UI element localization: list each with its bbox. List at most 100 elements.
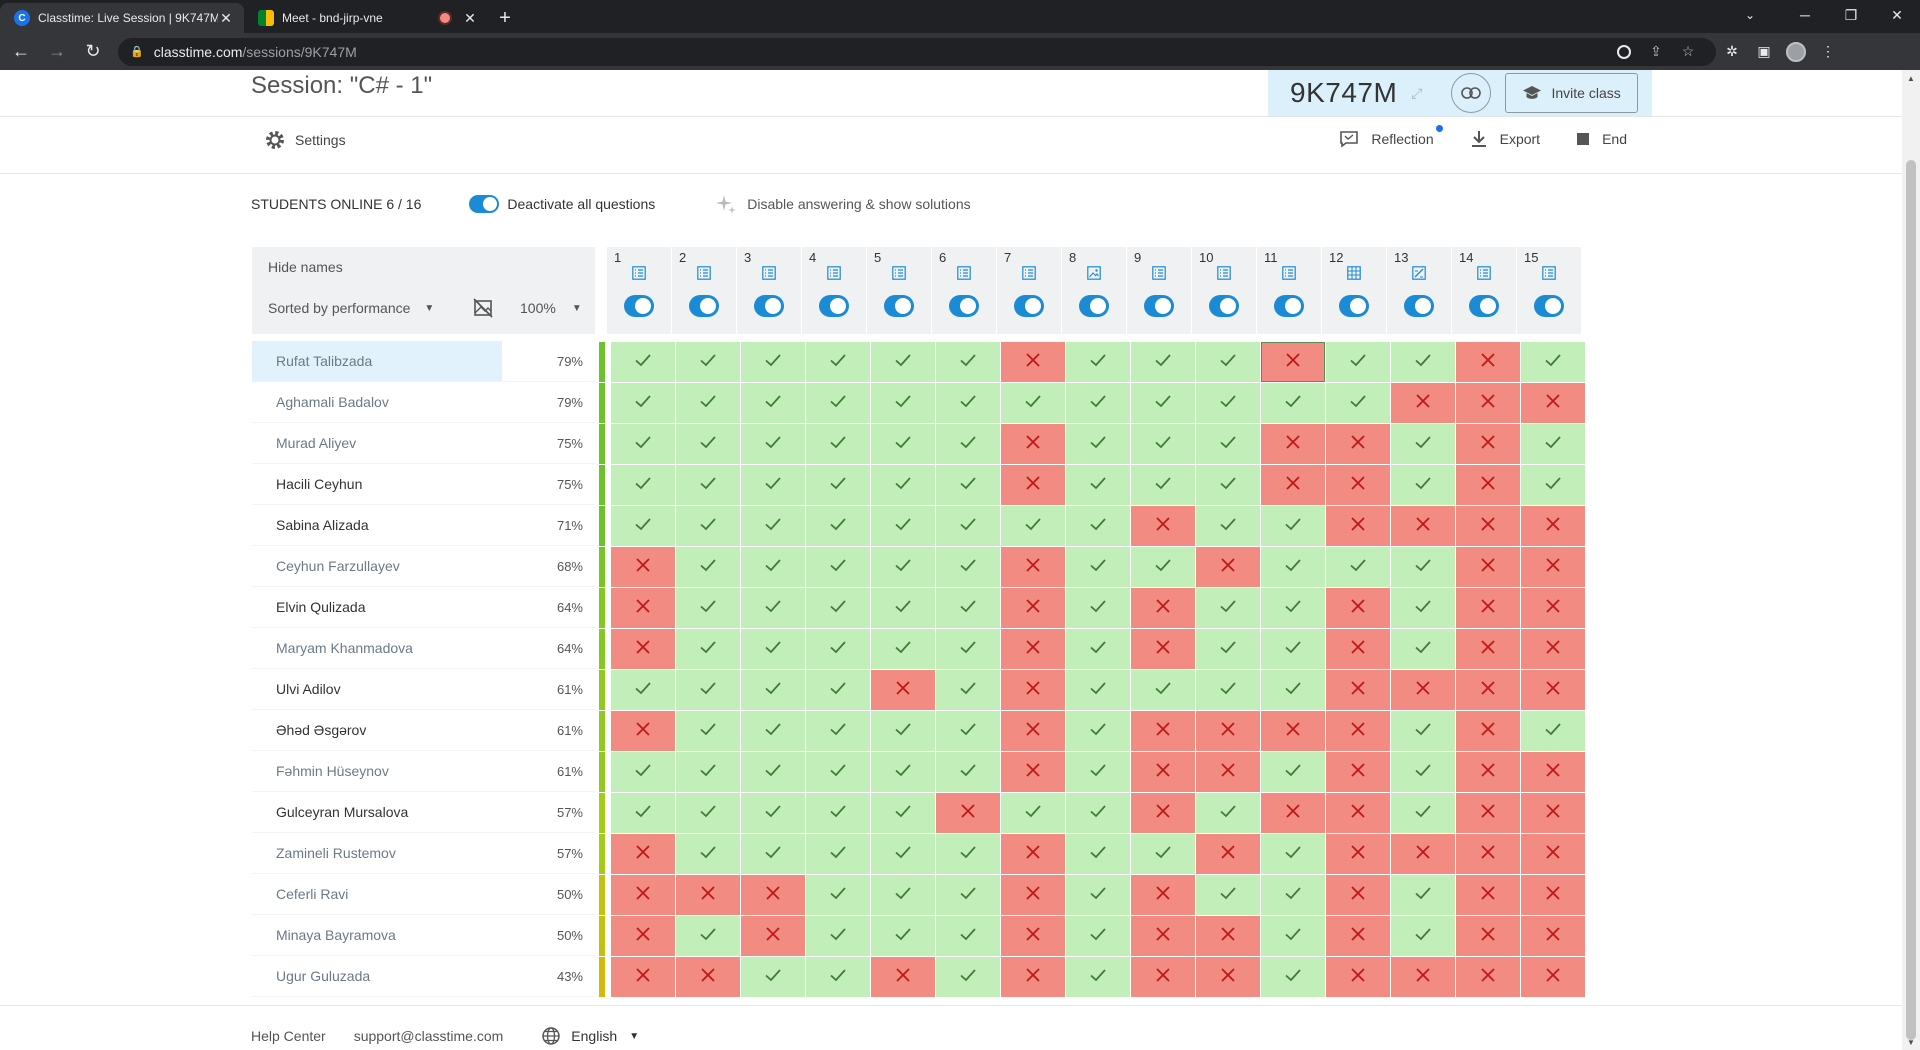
answer-cell-q11[interactable] [1261,342,1325,382]
answer-cell-q6[interactable] [936,465,1000,505]
answer-cell-q8[interactable] [1066,670,1130,710]
answer-cell-q4[interactable] [806,793,870,833]
answer-cell-q4[interactable] [806,383,870,423]
answer-cell-q3[interactable] [741,547,805,587]
answer-cell-q7[interactable] [1001,752,1065,792]
question-toggle[interactable] [1144,295,1174,317]
answer-cell-q10[interactable] [1196,547,1260,587]
reload-icon[interactable]: ↻ [78,37,108,67]
answer-cell-q15[interactable] [1521,711,1585,751]
question-toggle[interactable] [949,295,979,317]
answer-cell-q11[interactable] [1261,752,1325,792]
question-toggle[interactable] [1209,295,1239,317]
list-icon[interactable] [957,266,971,285]
question-header-15[interactable]: 15 [1517,247,1581,334]
question-header-2[interactable]: 2 [672,247,736,334]
answer-cell-q5[interactable] [871,424,935,464]
answer-cell-q8[interactable] [1066,916,1130,956]
answer-cell-q1[interactable] [611,383,675,423]
answer-cell-q11[interactable] [1261,629,1325,669]
answer-cell-q7[interactable] [1001,916,1065,956]
restore-icon[interactable]: ❐ [1828,0,1874,30]
answer-cell-q3[interactable] [741,342,805,382]
answer-cell-q8[interactable] [1066,875,1130,915]
student-row[interactable]: Ulvi Adilov 61% [252,669,1586,710]
answer-cell-q5[interactable] [871,916,935,956]
answer-cell-q9[interactable] [1131,875,1195,915]
question-toggle[interactable] [624,295,654,317]
answer-cell-q5[interactable] [871,383,935,423]
answer-cell-q11[interactable] [1261,383,1325,423]
answer-cell-q12[interactable] [1326,957,1390,997]
answer-cell-q1[interactable] [611,711,675,751]
answer-cell-q15[interactable] [1521,670,1585,710]
export-button[interactable]: Export [1470,130,1540,148]
scroll-down-icon[interactable]: ▼ [1902,1034,1920,1050]
answer-cell-q15[interactable] [1521,465,1585,505]
student-row[interactable]: Zamineli Rustemov 57% [252,833,1586,874]
answer-cell-q4[interactable] [806,711,870,751]
answer-cell-q7[interactable] [1001,588,1065,628]
new-tab-button[interactable]: + [488,3,522,33]
forward-icon[interactable]: → [42,37,72,67]
answer-cell-q12[interactable] [1326,588,1390,628]
answer-cell-q7[interactable] [1001,957,1065,997]
list-icon[interactable] [632,266,646,285]
answer-cell-q15[interactable] [1521,629,1585,669]
answer-cell-q1[interactable] [611,629,675,669]
answer-cell-q10[interactable] [1196,670,1260,710]
student-row[interactable]: Maryam Khanmadova 64% [252,628,1586,669]
answer-cell-q9[interactable] [1131,465,1195,505]
answer-cell-q1[interactable] [611,793,675,833]
student-name[interactable]: Murad Aliyev [252,423,502,464]
answer-cell-q12[interactable] [1326,711,1390,751]
answer-cell-q4[interactable] [806,957,870,997]
answer-cell-q12[interactable] [1326,875,1390,915]
minimize-icon[interactable]: ─ [1782,0,1828,30]
question-toggle[interactable] [1079,295,1109,317]
answer-cell-q12[interactable] [1326,383,1390,423]
answer-cell-q15[interactable] [1521,752,1585,792]
answer-cell-q4[interactable] [806,916,870,956]
student-name[interactable]: Fəhmin Hüseynov [252,751,502,792]
answer-cell-q11[interactable] [1261,465,1325,505]
answer-cell-q8[interactable] [1066,629,1130,669]
answer-cell-q3[interactable] [741,752,805,792]
answer-cell-q1[interactable] [611,916,675,956]
scroll-up-icon[interactable]: ▲ [1902,70,1920,86]
answer-cell-q7[interactable] [1001,424,1065,464]
student-name[interactable]: Zamineli Rustemov [252,833,502,874]
answer-cell-q12[interactable] [1326,752,1390,792]
address-bar[interactable]: 🔒 classtime.com/sessions/9K747M ⇪ ☆ [118,37,1716,66]
settings-button[interactable]: Settings [265,130,346,150]
question-header-10[interactable]: 10 [1192,247,1256,334]
answer-cell-q14[interactable] [1456,547,1520,587]
answer-cell-q8[interactable] [1066,342,1130,382]
answer-cell-q9[interactable] [1131,957,1195,997]
student-row[interactable]: Minaya Bayramova 50% [252,915,1586,956]
answer-cell-q12[interactable] [1326,629,1390,669]
tab-meet[interactable]: Meet - bnd-jirp-vne ✕ [244,3,488,33]
answer-cell-q14[interactable] [1456,752,1520,792]
question-header-7[interactable]: 7 [997,247,1061,334]
answer-cell-q11[interactable] [1261,547,1325,587]
answer-cell-q5[interactable] [871,342,935,382]
toggle-switch[interactable] [469,195,500,213]
answer-cell-q4[interactable] [806,424,870,464]
answer-cell-q12[interactable] [1326,834,1390,874]
answer-cell-q14[interactable] [1456,629,1520,669]
answer-cell-q7[interactable] [1001,629,1065,669]
answer-cell-q9[interactable] [1131,834,1195,874]
student-name[interactable]: Gulceyran Mursalova [252,792,502,833]
answer-cell-q5[interactable] [871,752,935,792]
student-name[interactable]: Ceyhun Farzullayev [252,546,502,587]
answer-cell-q6[interactable] [936,629,1000,669]
answer-cell-q4[interactable] [806,506,870,546]
image-question-icon[interactable] [1087,266,1101,285]
answer-cell-q1[interactable] [611,875,675,915]
question-header-8[interactable]: 8 [1062,247,1126,334]
answer-cell-q13[interactable] [1391,834,1455,874]
answer-cell-q11[interactable] [1261,506,1325,546]
answer-cell-q8[interactable] [1066,547,1130,587]
share-icon[interactable]: ⇪ [1640,43,1672,60]
